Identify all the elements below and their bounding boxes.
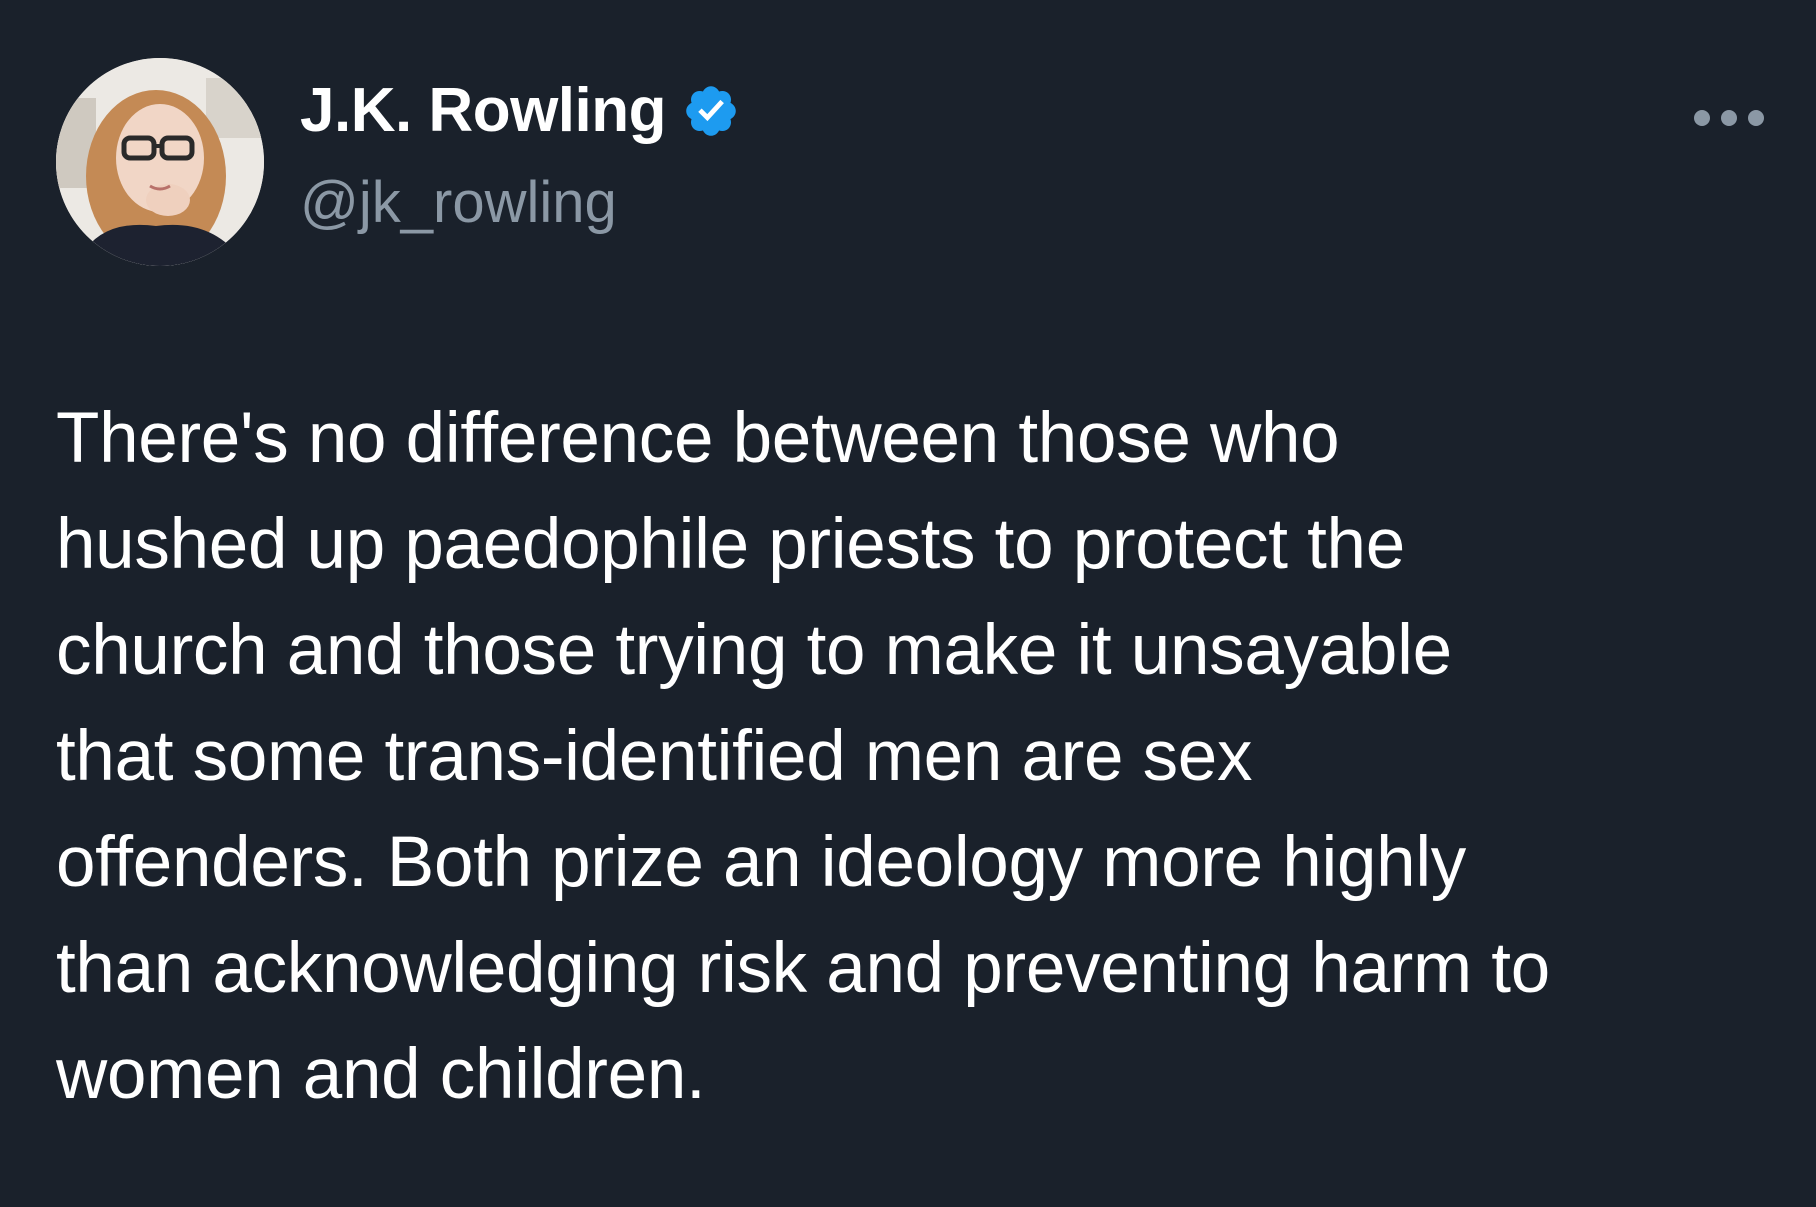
tweet-text: There's no difference between those who … bbox=[56, 386, 1776, 1128]
tweet-text-line: offenders. Both prize an ideology more h… bbox=[56, 823, 1467, 902]
tweet-text-line: than acknowledging risk and preventing h… bbox=[56, 929, 1550, 1008]
tweet-text-line: There's no difference between those who bbox=[56, 399, 1340, 478]
tweet-text-line: women and children. bbox=[56, 1035, 706, 1114]
tweet-card: J.K. Rowling @jk_rowling There's no diff… bbox=[0, 0, 1816, 1207]
dot-icon bbox=[1748, 110, 1764, 126]
tweet-text-line: that some trans-identified men are sex bbox=[56, 717, 1253, 796]
dot-icon bbox=[1694, 110, 1710, 126]
author-name-row: J.K. Rowling bbox=[300, 80, 740, 142]
tweet-text-line: hushed up paedophile priests to protect … bbox=[56, 505, 1405, 584]
verified-badge-icon bbox=[682, 82, 740, 140]
tweet-text-line: church and those trying to make it unsay… bbox=[56, 611, 1452, 690]
avatar[interactable] bbox=[56, 58, 264, 266]
profile-photo-icon bbox=[56, 58, 264, 266]
author-display-name[interactable]: J.K. Rowling bbox=[300, 80, 667, 142]
dot-icon bbox=[1721, 110, 1737, 126]
more-options-icon[interactable] bbox=[1694, 104, 1764, 132]
author-handle[interactable]: @jk_rowling bbox=[300, 174, 617, 232]
